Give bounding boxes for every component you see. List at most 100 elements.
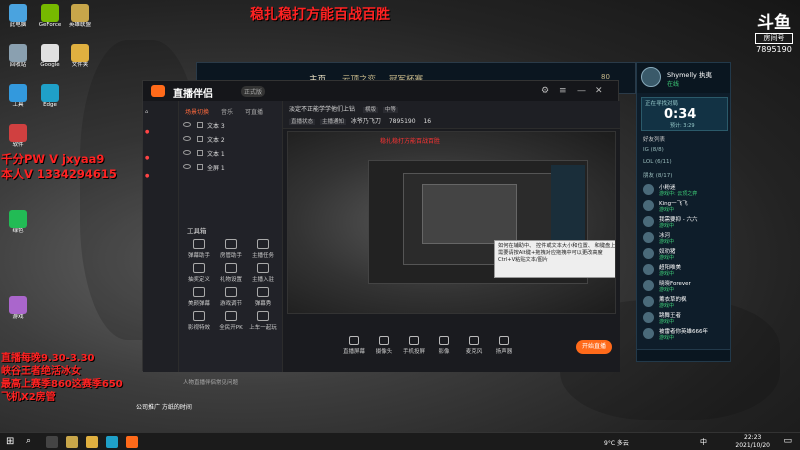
friend-row[interactable]: 奴劝猪 游戏中 (643, 247, 729, 261)
tab-scene-switch[interactable]: 场景切换 (185, 107, 209, 116)
status-chip[interactable]: 直播状态 (289, 119, 316, 125)
desktop-icon[interactable]: 游戏 (2, 296, 34, 321)
microphone-button[interactable]: 麦克风 (461, 336, 487, 355)
taskbar-edge-icon[interactable] (106, 436, 118, 448)
stream-title[interactable]: 淡定不正能学学他们上钻 (289, 106, 355, 113)
media-button[interactable]: 影像 (431, 336, 457, 355)
room-name: 冰爷乃飞刀 (350, 118, 381, 125)
tab-music[interactable]: 音乐 (221, 107, 233, 116)
friend-row[interactable]: 被雷者你英雄666年 游戏中 (643, 327, 729, 341)
desktop-icon[interactable]: GeForce (34, 4, 66, 29)
system-clock[interactable]: 22:23 2021/10/20 (735, 434, 770, 450)
friend-row[interactable]: 薰衣草的枫 游戏中 (643, 295, 729, 309)
input-language[interactable]: 中 (700, 437, 707, 447)
rail-item[interactable]: ● (145, 173, 149, 179)
overlay-line: 峡谷王者绝活冰女 (1, 366, 81, 377)
desktop-icon[interactable]: 文件夹 (64, 44, 96, 69)
menu-icon[interactable]: ≡ (559, 86, 567, 96)
notification-icon[interactable]: ▭ (783, 436, 792, 446)
tool-button[interactable]: 游戏调节 (217, 287, 245, 307)
friend-group[interactable]: IG (8/8) (643, 147, 664, 153)
eye-icon[interactable] (183, 164, 191, 169)
settings-icon[interactable]: ⚙ (541, 86, 549, 96)
tool-button[interactable]: 弹幕助手 (185, 239, 213, 259)
source-row[interactable]: 全屏 1 (183, 163, 277, 174)
windows-start-icon[interactable]: ⊞ (6, 436, 14, 447)
tool-button[interactable]: 全民开PK (217, 311, 245, 331)
help-tip[interactable]: 人物直播伴侣常见问题 (183, 378, 238, 386)
status-chip[interactable]: 主播通知 (319, 119, 346, 125)
rail-home-icon[interactable]: ⌂ (145, 109, 148, 115)
search-icon[interactable]: ⌕ (26, 436, 31, 446)
camera-button[interactable]: 摄像头 (371, 336, 397, 355)
queue-timer: 0:34 (664, 107, 697, 122)
tab-live[interactable]: 可直播 (245, 107, 263, 116)
online-status: 在线 (667, 81, 680, 88)
friend-avatar (643, 264, 654, 275)
friend-row[interactable]: King一飞飞 游戏中 (643, 199, 729, 213)
eye-icon[interactable] (183, 136, 191, 141)
desktop-icon[interactable]: 英雄联盟 (64, 4, 96, 29)
weather-widget[interactable]: 9°C 多云 (604, 438, 629, 447)
speaker-button[interactable]: 扬声器 (491, 336, 517, 355)
tool-button[interactable]: 房管助手 (217, 239, 245, 259)
source-label: 文本 1 (207, 151, 225, 158)
camera-icon (379, 336, 389, 345)
friend-group[interactable]: LOL (6/11) (643, 159, 672, 165)
desktop-icon[interactable]: Google (34, 44, 66, 69)
desktop-icon[interactable]: Edge (34, 84, 66, 109)
friends-header: 好友列表 (643, 137, 666, 143)
friend-status: 游戏中 (659, 335, 675, 341)
taskbar-streaming-icon[interactable] (126, 436, 138, 448)
desktop-icon[interactable]: 回收站 (2, 44, 34, 69)
desktop-icon[interactable]: 此电脑 (2, 4, 34, 29)
tool-button[interactable]: 主播任务 (249, 239, 277, 259)
rail-item[interactable]: ● (145, 155, 149, 161)
friend-row[interactable]: 超阳唯美 游戏中 (643, 263, 729, 277)
taskbar-folder-icon[interactable] (86, 436, 98, 448)
friend-row[interactable]: 冰河 游戏中 (643, 231, 729, 245)
lock-icon[interactable] (197, 122, 203, 128)
tool-button[interactable]: 礼物设置 (217, 263, 245, 283)
close-icon[interactable]: ✕ (595, 86, 603, 96)
friend-row[interactable]: 我需要抑 - 六六 游戏中 (643, 215, 729, 229)
friend-row[interactable]: 晓晓Forever 游戏中 (643, 279, 729, 293)
lock-icon[interactable] (197, 136, 203, 142)
quality-select[interactable]: 中等 (382, 107, 398, 113)
app-name: 直播伴侣 (173, 89, 213, 100)
source-row[interactable]: 文本 3 (183, 121, 277, 132)
friend-row[interactable]: 小粉迷 游戏中: 云顶之弈 (643, 183, 729, 197)
tool-button[interactable]: 美颜弹幕 (185, 287, 213, 307)
desktop-icon[interactable]: 工具 (2, 84, 34, 109)
tool-button[interactable]: 抽奖定义 (185, 263, 213, 283)
minimize-icon[interactable]: — (577, 86, 586, 96)
rail-item[interactable]: ● (145, 129, 149, 135)
desktop-icon-label: 工具 (12, 102, 24, 108)
start-live-button[interactable]: 开始直播 (576, 340, 612, 354)
eye-icon[interactable] (183, 150, 191, 155)
avatar[interactable] (641, 67, 661, 87)
desktop-icon[interactable]: 绿色 (2, 210, 34, 235)
screen-capture-button[interactable]: 直播屏幕 (341, 336, 367, 355)
mode-select[interactable]: 横版 (362, 107, 378, 113)
phone-cast-button[interactable]: 手机投屏 (401, 336, 427, 355)
monitor-icon (349, 336, 359, 345)
lock-icon[interactable] (197, 164, 203, 170)
tool-button[interactable]: 上车一起玩 (249, 311, 277, 331)
friend-group[interactable]: 朋友 (8/17) (643, 171, 672, 179)
source-row[interactable]: 文本 1 (183, 149, 277, 160)
tool-button[interactable]: 主播入驻 (249, 263, 277, 283)
eye-icon[interactable] (183, 122, 191, 127)
desktop-icon[interactable]: 软件 (2, 124, 34, 149)
taskview-icon[interactable] (46, 436, 58, 448)
tool-button[interactable]: 影视特效 (185, 311, 213, 331)
left-rail: ⌂ ● ● ● (143, 101, 179, 372)
stream-banner: 稳扎稳打方能百战百胜 (250, 7, 390, 23)
tool-label: 影视特效 (187, 325, 210, 331)
lock-icon[interactable] (197, 150, 203, 156)
taskbar-app-icon[interactable] (66, 436, 78, 448)
tool-button[interactable]: 弹幕秀 (249, 287, 277, 307)
source-row[interactable]: 文本 2 (183, 135, 277, 146)
stream-preview[interactable]: 稳扎稳打方能百战百胜 如何在辅助中、 控件或文本大小和位置、 和键盘上需要请按A… (287, 131, 616, 314)
friend-row[interactable]: 跳舞王者 游戏中 (643, 311, 729, 325)
